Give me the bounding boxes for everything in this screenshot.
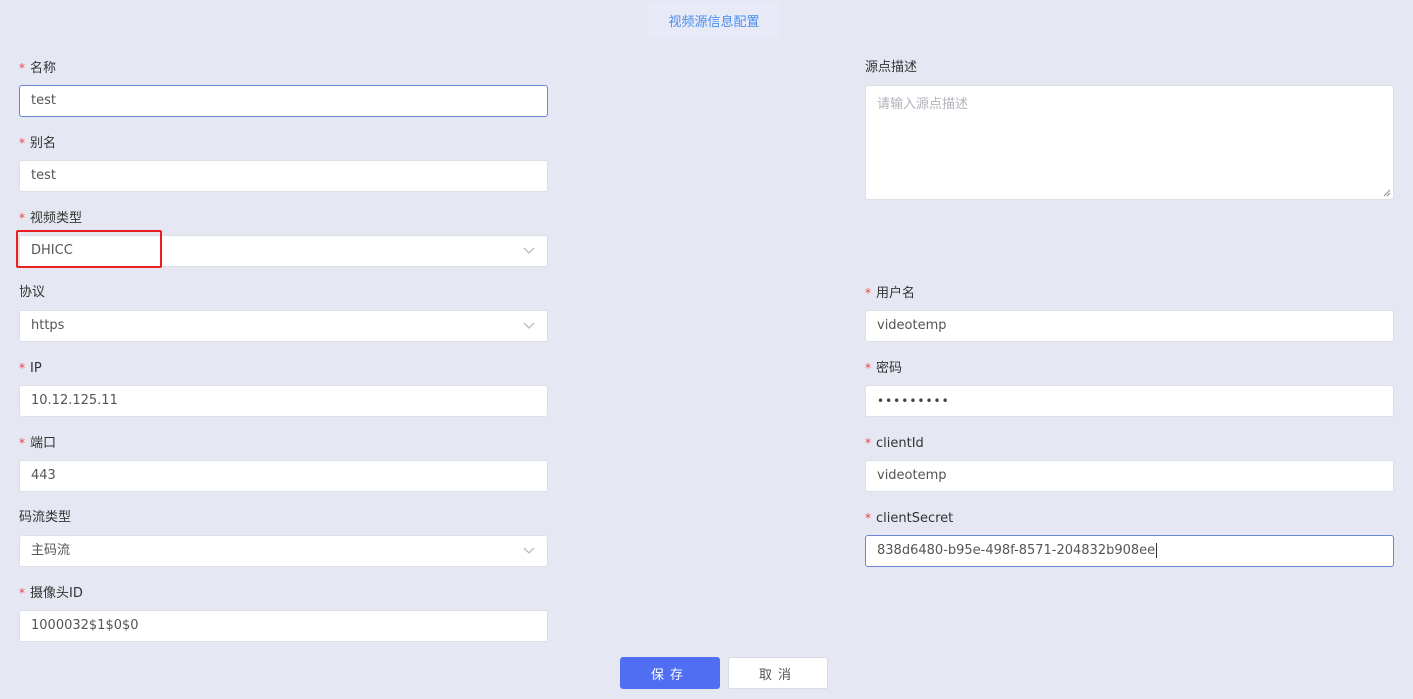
protocol-value: https <box>31 318 65 333</box>
cancel-button[interactable]: 取消 <box>728 657 828 689</box>
chevron-down-icon <box>523 547 535 554</box>
text-caret <box>1156 543 1158 558</box>
name-input[interactable]: test <box>19 85 548 117</box>
port-label: * 端口 <box>19 436 57 451</box>
client-id-label: * clientId <box>865 436 924 451</box>
camera-id-input[interactable]: 1000032$1$0$0 <box>19 610 548 642</box>
chevron-down-icon <box>523 247 535 254</box>
protocol-label: 协议 <box>19 285 46 300</box>
description-placeholder: 请输入源点描述 <box>877 97 969 112</box>
save-button[interactable]: 保存 <box>620 657 720 689</box>
chevron-down-icon <box>523 322 535 329</box>
alias-label: * 别名 <box>19 136 57 151</box>
stream-type-select[interactable]: 主码流 <box>19 535 548 567</box>
client-secret-value: 838d6480-b95e-498f-8571-204832b908ee <box>877 543 1156 558</box>
video-type-value: DHICC <box>31 243 73 258</box>
password-input[interactable]: ••••••••• <box>865 385 1394 417</box>
name-label: * 名称 <box>19 61 57 76</box>
ip-input[interactable]: 10.12.125.11 <box>19 385 548 417</box>
ip-label: * IP <box>19 361 42 376</box>
password-label: * 密码 <box>865 361 903 376</box>
username-input[interactable]: videotemp <box>865 310 1394 342</box>
description-label: 源点描述 <box>865 60 918 75</box>
password-value: ••••••••• <box>877 394 950 408</box>
video-type-label: * 视频类型 <box>19 211 83 226</box>
page-title-tab[interactable]: 视频源信息配置 <box>649 2 779 38</box>
client-secret-input[interactable]: 838d6480-b95e-498f-8571-204832b908ee <box>865 535 1394 567</box>
camera-id-label: * 摄像头ID <box>19 586 83 601</box>
stream-type-value: 主码流 <box>31 543 71 558</box>
client-id-input[interactable]: videotemp <box>865 460 1394 492</box>
alias-input[interactable]: test <box>19 160 548 192</box>
username-label: * 用户名 <box>865 286 916 301</box>
video-type-select[interactable]: DHICC <box>19 235 548 267</box>
port-input[interactable]: 443 <box>19 460 548 492</box>
description-textarea[interactable]: 请输入源点描述 <box>865 85 1394 200</box>
protocol-select[interactable]: https <box>19 310 548 342</box>
page-title: 视频源信息配置 <box>668 14 760 30</box>
stream-type-label: 码流类型 <box>19 510 72 525</box>
client-secret-label: * clientSecret <box>865 511 954 526</box>
resize-handle-icon[interactable] <box>1383 189 1391 197</box>
